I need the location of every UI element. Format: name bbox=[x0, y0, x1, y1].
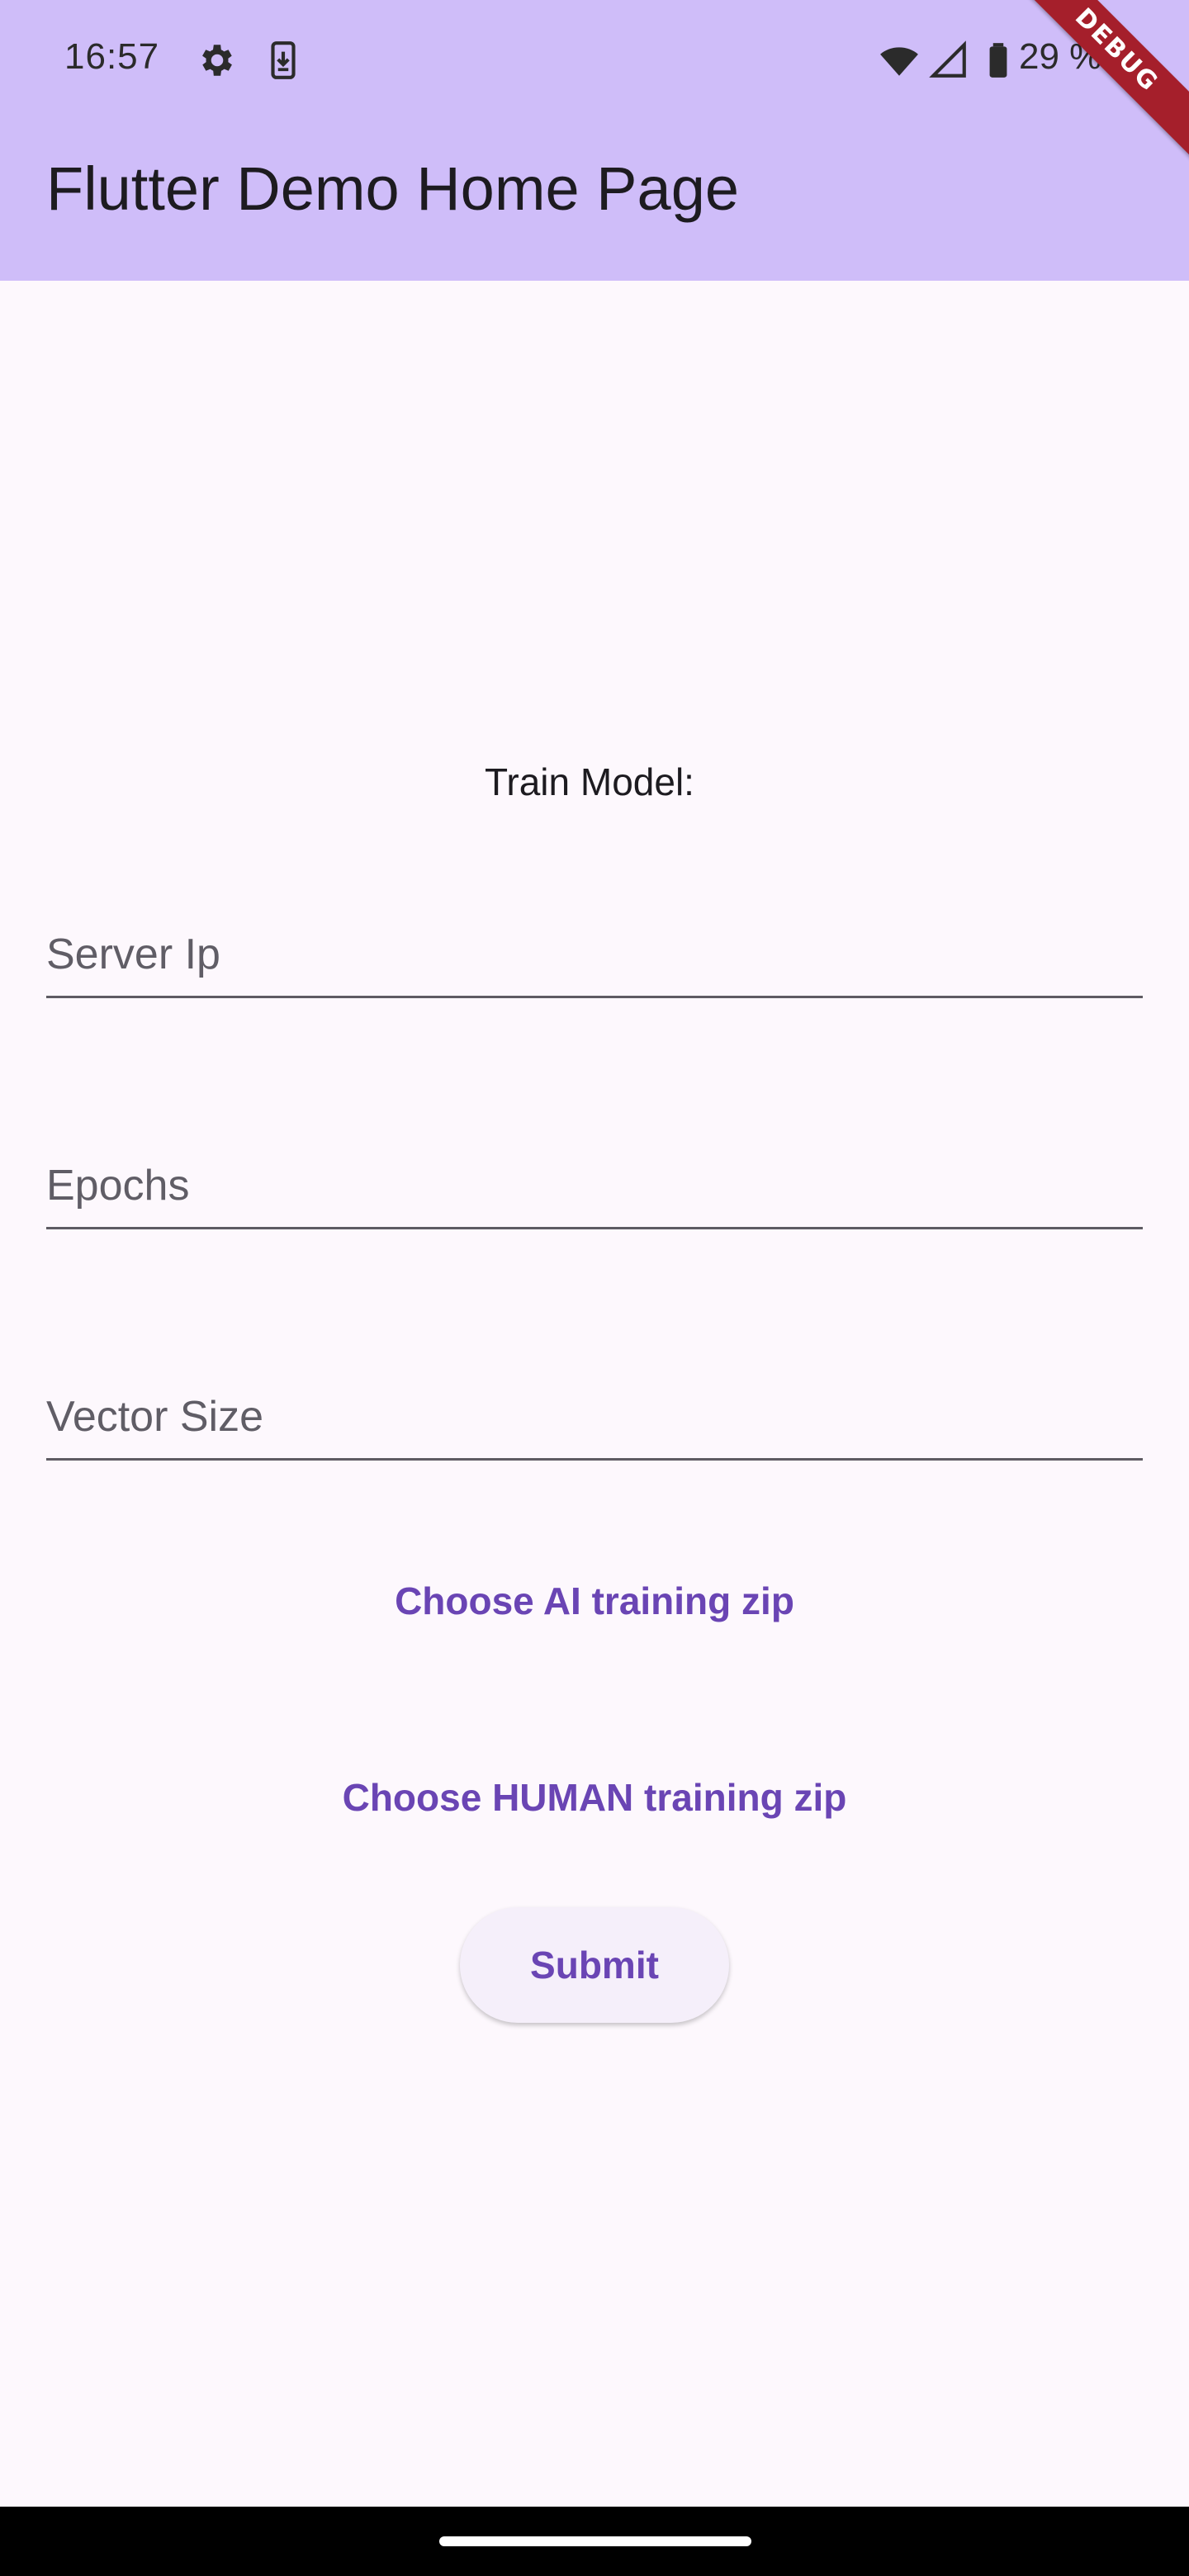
status-bar: 16:57 29 % bbox=[0, 0, 1189, 116]
epochs-field-container bbox=[46, 1111, 1143, 1229]
download-icon bbox=[263, 40, 304, 81]
cell-signal-icon bbox=[928, 40, 969, 81]
system-navigation-bar bbox=[0, 2507, 1189, 2576]
home-gesture-handle[interactable] bbox=[439, 2536, 751, 2546]
app-bar: 16:57 29 % Flutter Demo Home Page bbox=[0, 0, 1189, 281]
train-model-heading: Train Model: bbox=[485, 760, 694, 803]
submit-button[interactable]: Submit bbox=[460, 1907, 729, 2023]
choose-human-zip-button[interactable]: Choose HUMAN training zip bbox=[0, 1775, 1189, 1821]
vector-size-field-container bbox=[46, 1342, 1143, 1461]
app-screen: 16:57 29 % Flutter Demo Home Page DEBUG … bbox=[0, 0, 1189, 2576]
vector-size-input[interactable] bbox=[46, 1342, 1143, 1458]
page-title: Flutter Demo Home Page bbox=[46, 154, 740, 223]
server-ip-field-container bbox=[46, 880, 1143, 998]
epochs-input[interactable] bbox=[46, 1111, 1143, 1227]
wifi-icon bbox=[879, 40, 920, 81]
battery-icon bbox=[978, 40, 1019, 81]
settings-icon bbox=[197, 40, 238, 81]
choose-ai-zip-button[interactable]: Choose AI training zip bbox=[0, 1579, 1189, 1624]
status-time: 16:57 bbox=[64, 36, 160, 77]
server-ip-input[interactable] bbox=[46, 880, 1143, 996]
